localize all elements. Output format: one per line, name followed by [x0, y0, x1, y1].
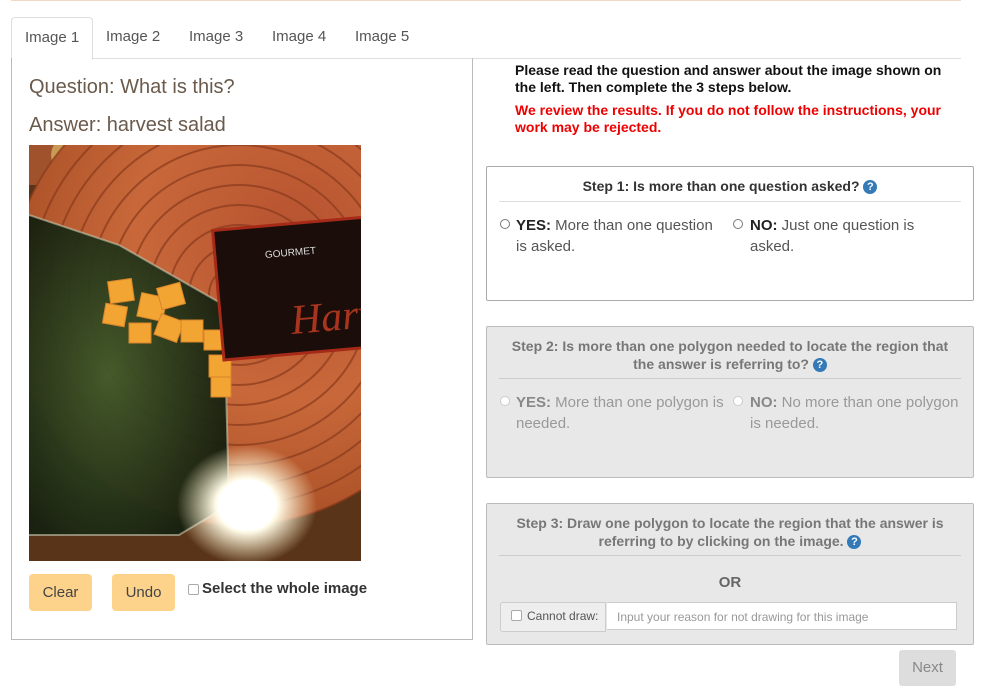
step2-title: Step 2: Is more than one polygon needed …	[511, 338, 949, 372]
step2-no-label: NO: No more than one polygon is needed.	[750, 394, 959, 432]
salad-photo: Harvest Sa GOURMET	[29, 145, 361, 561]
tab-image-1[interactable]: Image 1	[11, 17, 94, 60]
tab-image-2[interactable]: Image 2	[93, 17, 173, 57]
step1-title: Step 1: Is more than one question asked?…	[487, 177, 973, 195]
task-image[interactable]: Harvest Sa GOURMET	[29, 145, 361, 561]
step3-title: Step 3: Draw one polygon to locate the r…	[516, 515, 944, 549]
next-button[interactable]: Next	[899, 650, 956, 686]
or-text: OR	[718, 574, 742, 591]
divider	[499, 378, 961, 379]
step1-yes-radio[interactable]	[500, 219, 510, 229]
top-divider	[11, 0, 961, 1]
step1-no-radio[interactable]	[733, 219, 743, 229]
step2-yes-radio[interactable]	[500, 396, 510, 406]
cannot-draw-checkbox[interactable]	[511, 610, 522, 621]
tab-image-4[interactable]: Image 4	[259, 17, 339, 57]
answer-text: Answer: harvest salad	[29, 114, 226, 136]
select-whole-checkbox[interactable]	[188, 584, 199, 595]
step2-yes-label: YES: More than one polygon is needed.	[516, 394, 724, 432]
step1-no-label: NO: Just one question is asked.	[750, 217, 915, 255]
instructions-text: Please read the question and answer abou…	[515, 62, 942, 95]
cannot-draw-label: Cannot draw:	[527, 609, 599, 623]
undo-button[interactable]: Undo	[112, 574, 175, 611]
clear-button[interactable]: Clear	[29, 574, 92, 611]
tab-image-3[interactable]: Image 3	[176, 17, 256, 57]
tab-image-5[interactable]: Image 5	[342, 17, 422, 57]
question-text: Question: What is this?	[29, 76, 235, 98]
help-icon[interactable]: ?	[863, 180, 878, 194]
help-icon[interactable]: ?	[847, 535, 862, 549]
step3-box: Step 3: Draw one polygon to locate the r…	[486, 503, 974, 645]
image-tabs: Image 1 Image 2 Image 3 Image 4 Image 5	[11, 17, 961, 60]
step2-no-radio[interactable]	[733, 396, 743, 406]
step1-yes-label: YES: More than one question is asked.	[516, 217, 713, 255]
divider	[499, 555, 961, 556]
help-icon[interactable]: ?	[812, 358, 827, 372]
image-panel: Question: What is this? Answer: harvest …	[11, 58, 473, 640]
select-whole-label: Select the whole image	[202, 580, 368, 597]
step2-box: Step 2: Is more than one polygon needed …	[486, 326, 974, 478]
warning-text: We review the results. If you do not fol…	[515, 102, 942, 135]
divider	[499, 201, 961, 202]
reason-input[interactable]: Input your reason for not drawing for th…	[607, 602, 957, 630]
cannot-draw-addon: Cannot draw:	[500, 602, 606, 632]
step1-box: Step 1: Is more than one question asked?…	[486, 166, 974, 301]
